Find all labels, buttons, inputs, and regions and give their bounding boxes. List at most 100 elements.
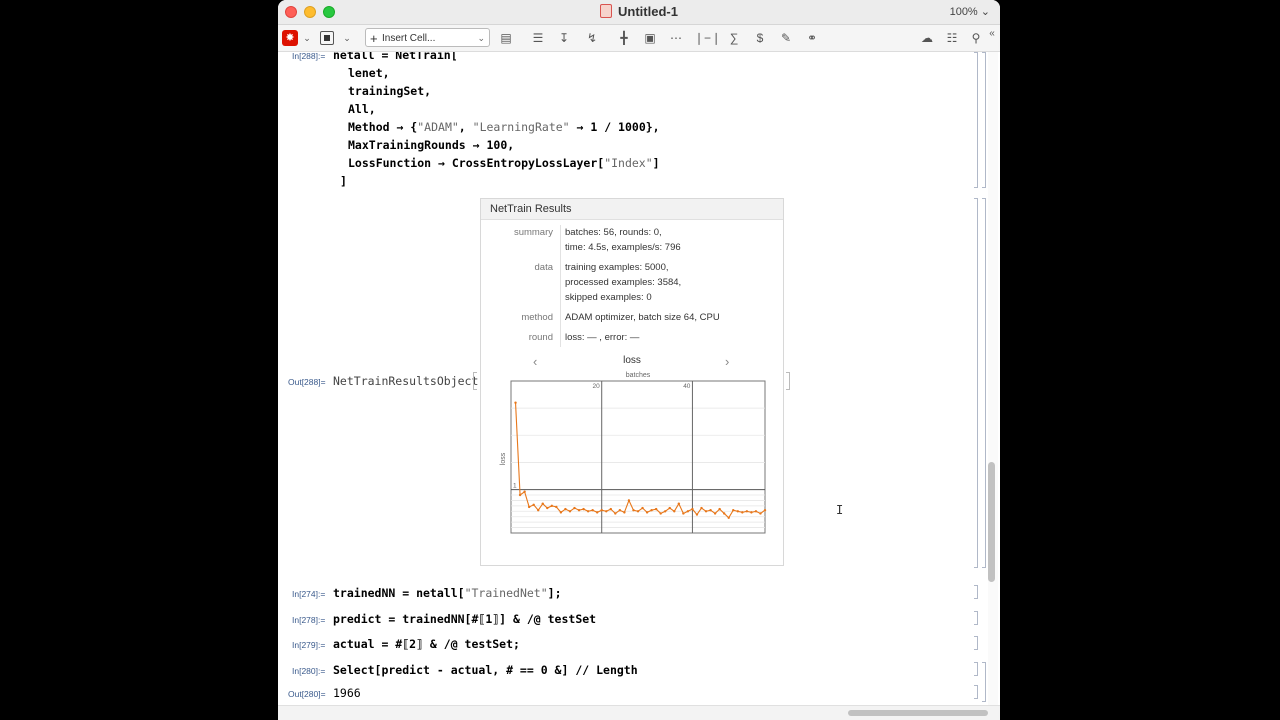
search-icon[interactable]: ⚲ bbox=[968, 29, 984, 47]
split-cell-icon[interactable]: ╋ bbox=[616, 29, 632, 47]
wolfram-logo-icon[interactable]: ✸ bbox=[282, 30, 298, 46]
code-line-netall[interactable]: netall = NetTrain[ bbox=[333, 52, 458, 62]
loss-point bbox=[595, 511, 599, 514]
insert-cell-label: Insert Cell... bbox=[382, 33, 436, 44]
abort-evaluation-icon[interactable] bbox=[320, 31, 334, 45]
group-cells-icon[interactable]: ☰ bbox=[530, 29, 546, 47]
code-line-trainingset[interactable]: trainingSet, bbox=[348, 84, 431, 98]
chevron-down-icon: ⌄ bbox=[477, 33, 485, 43]
text-format-icon[interactable]: $ bbox=[752, 29, 768, 47]
loss-point bbox=[686, 510, 690, 513]
cell-list-icon[interactable]: ▤ bbox=[498, 29, 514, 47]
object-left-bracket bbox=[473, 372, 477, 390]
loss-point bbox=[682, 512, 685, 515]
in274-code-a: trainedNN = netall[ bbox=[333, 586, 465, 600]
cell-bracket-in278[interactable] bbox=[974, 611, 978, 625]
chevron-down-icon[interactable]: ⌄ bbox=[342, 29, 352, 47]
panel-header: NetTrain Results bbox=[481, 199, 783, 220]
notebook-content: In[288]:= netall = NetTrain[ lenet, trai… bbox=[278, 52, 1000, 706]
insert-cell-dropdown[interactable]: + Insert Cell... ⌄ bbox=[365, 28, 490, 47]
merge-cell-icon[interactable]: ▣ bbox=[642, 29, 658, 47]
loss-point bbox=[727, 516, 730, 519]
method-prefix: Method → { bbox=[348, 120, 418, 134]
cell-bracket-out280[interactable] bbox=[974, 685, 978, 699]
cloud-upload-icon[interactable]: ☁ bbox=[918, 29, 936, 47]
in-288-label: In[288]:= bbox=[292, 52, 326, 61]
in-279-label: In[279]:= bbox=[292, 640, 326, 650]
loss-point bbox=[523, 490, 526, 493]
horizontal-scroll-thumb[interactable] bbox=[848, 710, 988, 716]
loss-point bbox=[591, 509, 594, 512]
loss-point bbox=[514, 401, 517, 404]
in274-code-b: ]; bbox=[547, 586, 562, 600]
cell-bracket-in280[interactable] bbox=[974, 662, 978, 676]
title-bar: Untitled-1 100% ⌄ bbox=[278, 0, 1000, 25]
loss-point bbox=[763, 509, 767, 512]
loss-point bbox=[632, 509, 635, 512]
group-bracket-out[interactable] bbox=[982, 198, 986, 568]
more-options-icon[interactable]: ⋯ bbox=[668, 29, 684, 47]
group-bracket-top[interactable] bbox=[982, 52, 986, 188]
cell-bracket-in274[interactable] bbox=[974, 585, 978, 599]
code-in278[interactable]: predict = trainedNN[#⟦1⟧] & /@ testSet bbox=[333, 612, 596, 626]
loss-point bbox=[700, 506, 703, 510]
code-line-maxtrainingrounds[interactable]: MaxTrainingRounds → 100, bbox=[348, 138, 514, 152]
text-cursor-icon: I bbox=[836, 503, 844, 517]
code-line-close-bracket[interactable]: ] bbox=[340, 174, 347, 188]
object-right-bracket bbox=[786, 372, 790, 390]
data-line-2: processed examples: 3584, bbox=[565, 277, 682, 288]
horizontal-scrollbar[interactable] bbox=[278, 705, 1000, 720]
documentation-icon[interactable]: ☷ bbox=[944, 29, 960, 47]
code-in279[interactable]: actual = #⟦2⟧ & /@ testSet; bbox=[333, 637, 520, 651]
loss-point bbox=[673, 510, 676, 513]
loss-point bbox=[636, 510, 640, 513]
loss-point bbox=[759, 512, 762, 515]
y-tick-label: 1 bbox=[513, 483, 517, 490]
cell-bracket-in279[interactable] bbox=[974, 636, 978, 650]
collapse-toolbar-icon[interactable]: « bbox=[988, 25, 996, 43]
code-line-method[interactable]: Method → {"ADAM", "LearningRate" → 1 / 1… bbox=[348, 120, 660, 134]
method-comma: , bbox=[458, 120, 473, 134]
loss-chart: batches loss 20 40 1 bbox=[500, 372, 767, 534]
method-suffix: → 1 / 1000}, bbox=[569, 120, 660, 134]
out-280-label: Out[280]= bbox=[288, 689, 326, 699]
evaluate-all-icon[interactable]: ↯ bbox=[584, 29, 600, 47]
code-line-lossfunction[interactable]: LossFunction → CrossEntropyLossLayer["In… bbox=[348, 156, 660, 170]
cell-bracket-out288[interactable] bbox=[974, 198, 978, 568]
summary-key: summary bbox=[513, 227, 553, 238]
loss-point bbox=[541, 502, 544, 505]
vertical-scrollbar[interactable] bbox=[988, 52, 998, 706]
vertical-scroll-thumb[interactable] bbox=[988, 462, 995, 582]
evaluate-down-icon[interactable]: ↧ bbox=[556, 29, 572, 47]
loss-point bbox=[577, 509, 581, 512]
summary-line-1: batches: 56, rounds: 0, bbox=[565, 227, 662, 238]
link-icon[interactable]: ⚭ bbox=[804, 29, 820, 47]
output-value-280: 1966 bbox=[333, 686, 361, 700]
code-in280[interactable]: Select[predict - actual, # == 0 &] // Le… bbox=[333, 663, 638, 677]
loss-point bbox=[691, 507, 694, 511]
code-line-all[interactable]: All, bbox=[348, 102, 376, 116]
chart-y-axis-label: loss bbox=[500, 452, 507, 465]
loss-point bbox=[641, 506, 644, 510]
loss-point bbox=[745, 510, 749, 513]
loss-point bbox=[614, 512, 617, 515]
code-in274[interactable]: trainedNN = netall["TrainedNet"]; bbox=[333, 586, 562, 600]
window-title: Untitled-1 bbox=[278, 4, 1000, 19]
loss-point bbox=[555, 505, 558, 509]
next-plot-button[interactable]: › bbox=[725, 354, 729, 369]
in-274-label: In[274]:= bbox=[292, 589, 326, 599]
cell-bracket-in288[interactable] bbox=[974, 52, 978, 188]
group-bracket-bottom[interactable] bbox=[982, 662, 986, 702]
chevron-down-icon[interactable]: ⌄ bbox=[302, 29, 312, 47]
hide-code-icon[interactable]: ❘−❘ bbox=[694, 29, 721, 47]
zoom-control[interactable]: 100% ⌄ bbox=[950, 5, 990, 18]
loss-point bbox=[718, 507, 721, 511]
pen-icon[interactable]: ✎ bbox=[778, 29, 794, 47]
loss-point bbox=[668, 506, 671, 510]
nettrain-results-panel: NetTrain Results summary batches: 56, ro… bbox=[480, 198, 784, 566]
round-value: loss: — , error: — bbox=[565, 332, 640, 343]
panel-divider bbox=[560, 225, 561, 347]
math-input-icon[interactable]: ∑ bbox=[726, 29, 742, 47]
loss-point bbox=[537, 509, 540, 512]
code-line-lenet[interactable]: lenet, bbox=[348, 66, 390, 80]
